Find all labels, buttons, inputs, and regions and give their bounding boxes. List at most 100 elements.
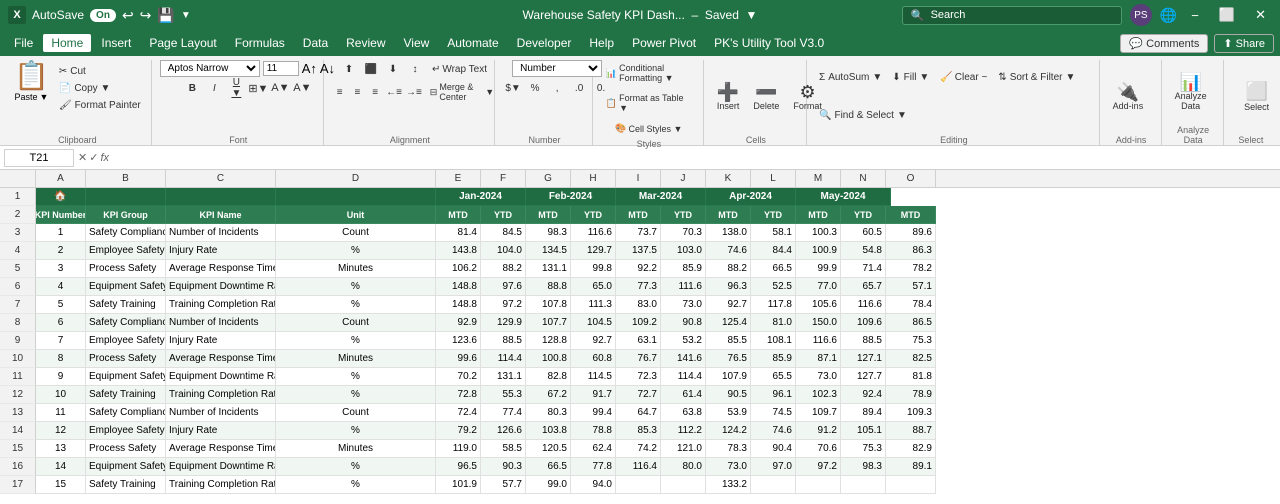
cell-10-13[interactable]: 127.1 bbox=[841, 350, 886, 368]
cell-11-0[interactable]: 9 bbox=[36, 368, 86, 386]
cell-17-3[interactable]: % bbox=[276, 476, 436, 494]
cell-3-9[interactable]: 70.3 bbox=[661, 224, 706, 242]
cell-c2[interactable]: KPI Name bbox=[166, 206, 276, 224]
cell-a2[interactable]: KPI Number bbox=[36, 206, 86, 224]
merge-center-button[interactable]: ⊟ Merge & Center ▼ bbox=[425, 80, 499, 104]
cell-k2[interactable]: MTD bbox=[706, 206, 751, 224]
cell-17-8[interactable] bbox=[616, 476, 661, 494]
col-header-c[interactable]: C bbox=[166, 170, 276, 187]
cell-4-9[interactable]: 103.0 bbox=[661, 242, 706, 260]
cell-8-1[interactable]: Safety Compliance bbox=[86, 314, 166, 332]
cell-5-1[interactable]: Process Safety bbox=[86, 260, 166, 278]
cell-14-2[interactable]: Injury Rate bbox=[166, 422, 276, 440]
addins-button[interactable]: 🔌 Add-ins bbox=[1108, 80, 1149, 114]
cell-14-9[interactable]: 112.2 bbox=[661, 422, 706, 440]
cell-n2[interactable]: YTD bbox=[841, 206, 886, 224]
cell-9-0[interactable]: 7 bbox=[36, 332, 86, 350]
cell-e2[interactable]: MTD bbox=[436, 206, 481, 224]
cell-17-10[interactable]: 133.2 bbox=[706, 476, 751, 494]
font-size-input[interactable] bbox=[263, 61, 299, 76]
cell-6-13[interactable]: 65.7 bbox=[841, 278, 886, 296]
cell-16-5[interactable]: 90.3 bbox=[481, 458, 526, 476]
cell-6-2[interactable]: Equipment Downtime Rate bbox=[166, 278, 276, 296]
cell-m2[interactable]: MTD bbox=[796, 206, 841, 224]
increase-decimal-button[interactable]: .0 bbox=[569, 79, 589, 97]
cell-4-7[interactable]: 129.7 bbox=[571, 242, 616, 260]
cell-14-12[interactable]: 91.2 bbox=[796, 422, 841, 440]
cell-10-6[interactable]: 100.8 bbox=[526, 350, 571, 368]
border-button[interactable]: ⊞▼ bbox=[248, 79, 268, 97]
col-header-g[interactable]: G bbox=[526, 170, 571, 187]
cell-8-0[interactable]: 6 bbox=[36, 314, 86, 332]
cell-9-12[interactable]: 116.6 bbox=[796, 332, 841, 350]
wrap-text-button[interactable]: ↵ Wrap Text bbox=[427, 61, 492, 78]
cell-8-4[interactable]: 92.9 bbox=[436, 314, 481, 332]
cell-15-14[interactable]: 82.9 bbox=[886, 440, 936, 458]
cell-11-6[interactable]: 82.8 bbox=[526, 368, 571, 386]
italic-button[interactable]: I bbox=[204, 79, 224, 97]
cell-17-14[interactable] bbox=[886, 476, 936, 494]
cell-c1[interactable] bbox=[166, 188, 276, 206]
autosum-button[interactable]: Σ AutoSum ▼ bbox=[815, 70, 886, 85]
cell-7-13[interactable]: 116.6 bbox=[841, 296, 886, 314]
cell-16-0[interactable]: 14 bbox=[36, 458, 86, 476]
cell-ef1[interactable]: Jan-2024 bbox=[436, 188, 526, 206]
cell-17-2[interactable]: Training Completion Rate bbox=[166, 476, 276, 494]
accounting-button[interactable]: $▼ bbox=[503, 79, 523, 97]
cell-5-4[interactable]: 106.2 bbox=[436, 260, 481, 278]
cell-5-10[interactable]: 88.2 bbox=[706, 260, 751, 278]
cell-15-13[interactable]: 75.3 bbox=[841, 440, 886, 458]
cell-3-3[interactable]: Count bbox=[276, 224, 436, 242]
cell-9-8[interactable]: 63.1 bbox=[616, 332, 661, 350]
cell-9-9[interactable]: 53.2 bbox=[661, 332, 706, 350]
cell-12-5[interactable]: 55.3 bbox=[481, 386, 526, 404]
cell-12-4[interactable]: 72.8 bbox=[436, 386, 481, 404]
cell-13-5[interactable]: 77.4 bbox=[481, 404, 526, 422]
cell-b2[interactable]: KPI Group bbox=[86, 206, 166, 224]
undo-icon[interactable]: ↩ bbox=[122, 7, 134, 24]
cell-f2[interactable]: YTD bbox=[481, 206, 526, 224]
cell-7-7[interactable]: 111.3 bbox=[571, 296, 616, 314]
cell-10-12[interactable]: 87.1 bbox=[796, 350, 841, 368]
fill-button[interactable]: ⬇ Fill ▼ bbox=[888, 70, 933, 85]
cell-7-5[interactable]: 97.2 bbox=[481, 296, 526, 314]
menu-home[interactable]: Home bbox=[43, 34, 91, 52]
user-avatar[interactable]: PS bbox=[1130, 4, 1152, 26]
cell-9-1[interactable]: Employee Safety bbox=[86, 332, 166, 350]
cell-5-5[interactable]: 88.2 bbox=[481, 260, 526, 278]
cell-3-14[interactable]: 89.6 bbox=[886, 224, 936, 242]
align-center-button[interactable]: ≡ bbox=[350, 83, 366, 101]
cell-14-5[interactable]: 126.6 bbox=[481, 422, 526, 440]
cell-9-11[interactable]: 108.1 bbox=[751, 332, 796, 350]
increase-font-button[interactable]: A↑ bbox=[302, 61, 317, 76]
cell-15-2[interactable]: Average Response Time bbox=[166, 440, 276, 458]
cell-5-14[interactable]: 78.2 bbox=[886, 260, 936, 278]
cell-17-12[interactable] bbox=[796, 476, 841, 494]
cell-16-2[interactable]: Equipment Downtime Rate bbox=[166, 458, 276, 476]
col-header-k[interactable]: K bbox=[706, 170, 751, 187]
delete-button[interactable]: ➖ Delete bbox=[748, 80, 784, 114]
cell-6-8[interactable]: 77.3 bbox=[616, 278, 661, 296]
cell-7-2[interactable]: Training Completion Rate bbox=[166, 296, 276, 314]
cell-8-8[interactable]: 109.2 bbox=[616, 314, 661, 332]
cell-11-8[interactable]: 72.3 bbox=[616, 368, 661, 386]
search-box[interactable]: 🔍 Search bbox=[902, 6, 1122, 25]
menu-automate[interactable]: Automate bbox=[439, 34, 506, 52]
col-header-i[interactable]: I bbox=[616, 170, 661, 187]
align-top-button[interactable]: ⬆ bbox=[339, 60, 359, 78]
cell-12-3[interactable]: % bbox=[276, 386, 436, 404]
quick-access-more[interactable]: ▼ bbox=[181, 10, 191, 21]
cell-15-1[interactable]: Process Safety bbox=[86, 440, 166, 458]
cell-4-5[interactable]: 104.0 bbox=[481, 242, 526, 260]
col-header-n[interactable]: N bbox=[841, 170, 886, 187]
cell-12-10[interactable]: 90.5 bbox=[706, 386, 751, 404]
cell-16-12[interactable]: 97.2 bbox=[796, 458, 841, 476]
menu-formulas[interactable]: Formulas bbox=[227, 34, 293, 52]
increase-indent-button[interactable]: →≡ bbox=[405, 83, 423, 101]
cell-7-6[interactable]: 107.8 bbox=[526, 296, 571, 314]
cell-5-6[interactable]: 131.1 bbox=[526, 260, 571, 278]
cell-14-10[interactable]: 124.2 bbox=[706, 422, 751, 440]
cell-7-11[interactable]: 117.8 bbox=[751, 296, 796, 314]
text-direction-button[interactable]: ↕ bbox=[405, 60, 425, 78]
col-header-j[interactable]: J bbox=[661, 170, 706, 187]
